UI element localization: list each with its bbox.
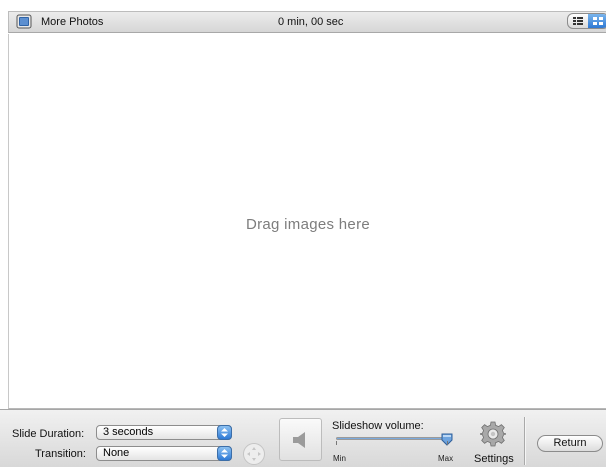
toolbar-divider [524, 417, 526, 465]
album-icon [16, 14, 32, 29]
slide-duration-popup[interactable]: 3 seconds [96, 425, 232, 440]
popup-arrows-icon [217, 446, 232, 461]
audio-button[interactable] [279, 418, 322, 461]
volume-min-label: Min [333, 454, 346, 463]
slideshow-duration-summary: 0 min, 00 sec [278, 16, 344, 28]
speaker-icon [293, 432, 305, 448]
album-title: More Photos [41, 16, 104, 28]
list-view-icon [573, 17, 583, 25]
drop-hint: Drag images here [245, 216, 371, 233]
slide-duration-value: 3 seconds [103, 426, 154, 438]
volume-slider-fill [337, 438, 447, 439]
settings-label[interactable]: Settings [474, 453, 514, 465]
view-mode-toggle[interactable] [567, 13, 606, 29]
return-button[interactable]: Return [537, 435, 603, 452]
slide-duration-label: Slide Duration: [12, 428, 85, 440]
grid-view-button[interactable] [588, 14, 606, 28]
list-view-button[interactable] [568, 14, 588, 28]
image-drop-area[interactable]: Drag images here [8, 34, 606, 409]
gear-icon[interactable] [480, 421, 506, 447]
transition-direction-control[interactable] [243, 443, 265, 465]
volume-max-label: Max [438, 454, 454, 463]
volume-label: Slideshow volume: [332, 420, 424, 432]
navigation-icon [247, 447, 261, 461]
grid-view-icon [593, 17, 603, 25]
transition-value: None [103, 447, 130, 459]
transition-label: Transition: [35, 448, 86, 460]
volume-slider[interactable] [336, 433, 453, 446]
transition-popup[interactable]: None [96, 446, 232, 461]
volume-min-tick [336, 441, 337, 445]
volume-max-tick [447, 441, 448, 445]
popup-arrows-icon [217, 425, 232, 440]
